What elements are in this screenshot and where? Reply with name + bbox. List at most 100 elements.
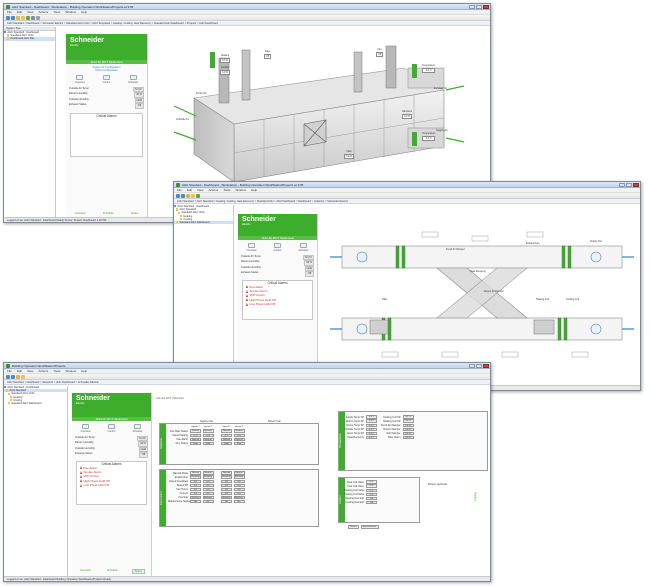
manual-reset-button[interactable]: Manual Reset [360,525,379,529]
tree-node[interactable]: Standard AHU Dashboard [174,220,233,225]
tree-node[interactable]: Dashboard AHU files [4,37,55,41]
schedule-button[interactable]: Schedule [298,243,308,252]
back-icon[interactable] [176,193,180,198]
folder-icon[interactable] [21,15,25,20]
window-titlebar[interactable]: AHU Standard - Dashboard - Workstation -… [174,182,640,188]
menu-window[interactable]: Window [65,369,76,373]
menu-file[interactable]: File [7,369,12,373]
tab-overview[interactable]: Overview [73,212,88,215]
overview-button[interactable]: Overview [247,243,257,252]
warning-icon [80,466,82,470]
monitor-icon [82,424,90,429]
menu-help[interactable]: Help [81,10,87,14]
menu-window[interactable]: Window [235,188,246,192]
save-icon[interactable] [31,15,35,20]
tab-schedule[interactable]: Schedule [101,212,116,215]
tag-dampers[interactable]: Dampers 0.0 % [402,110,413,119]
refresh-icon[interactable] [196,193,200,198]
tab-overview[interactable]: Overview [78,569,93,574]
tag-heating[interactable]: Heating 0.0 % [220,54,231,63]
menu-edit[interactable]: Edit [17,10,22,14]
tag-filter[interactable]: Filter Off [264,50,272,59]
menu-view[interactable]: View [197,188,203,192]
menu-tools[interactable]: Tools [223,188,230,192]
home-icon[interactable] [16,15,20,20]
menu-window[interactable]: Window [65,10,76,14]
maximize-button[interactable] [476,5,482,9]
clock-icon [299,243,307,248]
menu-tools[interactable]: Tools [53,10,60,14]
heating-coil-tag[interactable]: Heating Coil [536,298,549,301]
address-bar[interactable]: AHU Standard > Dashboard > Setpoints > A… [4,380,490,385]
monitor-icon [248,243,256,248]
forward-icon[interactable] [181,193,185,198]
forward-icon[interactable] [11,15,15,20]
minimize-button[interactable] [469,364,475,368]
menu-view[interactable]: View [27,10,33,14]
tab-status[interactable]: Status [131,569,145,574]
tab-schedule[interactable]: Schedule [105,569,120,574]
home-icon[interactable] [16,374,20,379]
menu-actions[interactable]: Actions [208,188,218,192]
menu-actions[interactable]: Actions [38,10,48,14]
folder-icon[interactable] [21,374,25,379]
refresh-icon[interactable] [26,15,30,20]
overview-button[interactable]: Overview [81,424,91,433]
alarm-item[interactable]: Low Press Hold Off [243,302,312,306]
reset-button[interactable]: Reset [348,525,359,529]
control-button[interactable]: Control [108,424,115,433]
maximize-button[interactable] [626,183,632,187]
tag-fan[interactable]: Fan Off [376,48,384,57]
fresh-air-damper-tag[interactable]: Fresh Air Damper [446,248,465,251]
filter-tag[interactable]: Filter [382,298,387,301]
schedule-button[interactable]: Schedule [132,424,142,433]
back-icon[interactable] [6,15,10,20]
close-button[interactable] [633,183,639,187]
folder-icon[interactable] [191,193,195,198]
address-bar[interactable]: AHU Standard > AHU Standard > Heating, C… [174,199,640,204]
gear-icon [102,75,110,80]
menu-help[interactable]: Help [251,188,257,192]
cooling-coil-tag[interactable]: Cooling Coil [566,298,579,301]
menu-file[interactable]: File [7,10,12,14]
alarm-item[interactable]: Low Press Hold Off [77,483,146,487]
tab-status[interactable]: Status [129,212,140,215]
maximize-button[interactable] [476,364,482,368]
warning-icon [246,302,248,306]
menu-edit[interactable]: Edit [187,188,192,192]
return-air-damper-tag[interactable]: Return Air Damper [484,290,504,293]
table-row: Cooling Demand Off [344,500,379,505]
window-titlebar[interactable]: AHU Standard - Dashboard - Workstation -… [4,4,490,10]
tag-temperature-top[interactable]: Temperature 0.0 C [422,64,436,73]
back-icon[interactable] [6,374,10,379]
heat-recovery-tag[interactable]: Heat Recovery [470,270,486,273]
tag-temperature-bottom[interactable]: Temperature 0.0 C [422,132,436,141]
warning-icon [80,483,82,487]
control-button[interactable]: Control [102,75,110,84]
minimize-button[interactable] [469,5,475,9]
supply-fan-tag[interactable]: Supply Fan [590,240,602,243]
schedule-button[interactable]: Schedule [128,75,138,84]
menu-edit[interactable]: Edit [17,369,22,373]
tag-filter-status[interactable]: Filter Clean [344,150,355,159]
show-config-link[interactable]: Show Configuration [66,69,147,72]
home-icon[interactable] [186,193,190,198]
minimize-button[interactable] [619,183,625,187]
menu-file[interactable]: File [177,188,182,192]
forward-icon[interactable] [11,374,15,379]
address-bar[interactable]: AHU Standard > Dashboard > Schneider Ele… [4,21,490,26]
close-button[interactable] [483,5,489,9]
search-icon[interactable] [36,15,40,20]
control-button[interactable]: Control [274,243,281,252]
value-row: Exhaust Status Off [66,103,147,109]
menu-actions[interactable]: Actions [38,369,48,373]
menu-view[interactable]: View [27,369,33,373]
overview-button[interactable]: Overview [75,75,85,84]
close-button[interactable] [483,364,489,368]
tag-cooling[interactable]: Cooling 0.0 % [220,66,231,75]
menu-help[interactable]: Help [81,369,87,373]
exhaust-fan-tag[interactable]: Exhaust Fan [526,242,539,245]
menu-tools[interactable]: Tools [53,369,60,373]
window-titlebar[interactable]: Building Operation WorkStation/Projects [4,363,490,369]
tree-node[interactable]: Standard AHU Dashboard [4,402,67,405]
